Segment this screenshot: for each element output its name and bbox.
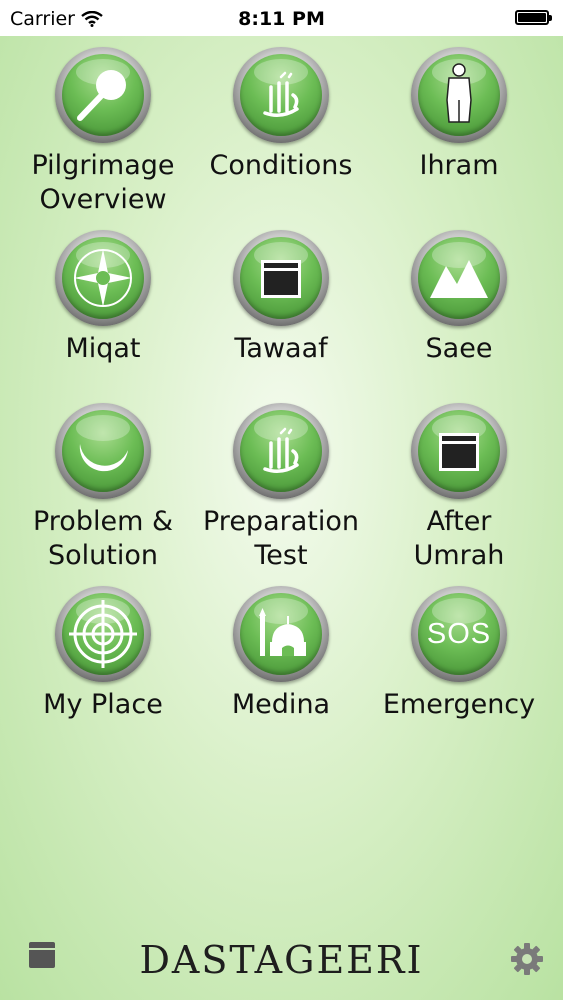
gear-icon[interactable] xyxy=(509,941,545,977)
mountains-icon xyxy=(430,260,488,298)
tile-label: Tawaaf xyxy=(234,333,328,364)
crescent-icon xyxy=(79,444,128,472)
calligraphy-icon xyxy=(263,427,299,473)
kaaba-icon xyxy=(439,433,479,471)
tile-label: Medina xyxy=(231,689,331,720)
tile-label: After Umrah xyxy=(413,506,505,571)
battery-icon xyxy=(515,10,552,25)
tile-problem-solution[interactable]: Problem & Solution xyxy=(10,403,196,573)
tile-label: Emergency xyxy=(382,689,536,720)
clock: 8:11 PM xyxy=(238,8,325,30)
tile-label: Conditions xyxy=(209,150,353,181)
tile-miqat[interactable]: Miqat xyxy=(10,230,196,366)
tile-label: Problem & Solution xyxy=(32,506,174,571)
tile-pilgrimage-overview[interactable]: Pilgrimage Overview xyxy=(10,47,196,217)
tile-label: Ihram xyxy=(419,150,499,181)
tile-after-umrah[interactable]: After Umrah xyxy=(366,403,552,573)
pilgrim-icon xyxy=(446,63,472,123)
mosque-icon xyxy=(259,608,306,656)
logo: DASTAGEERI xyxy=(139,938,424,982)
target-icon xyxy=(69,600,137,668)
tile-label: Pilgrimage Overview xyxy=(31,150,175,215)
tile-emergency[interactable]: SOS Emergency xyxy=(366,586,552,722)
tile-my-place[interactable]: My Place xyxy=(10,586,196,722)
tile-saee[interactable]: Saee xyxy=(366,230,552,366)
calligraphy-icon xyxy=(263,71,299,117)
tile-label: Saee xyxy=(425,333,493,364)
sos-icon: SOS xyxy=(426,617,492,650)
status-bar: Carrier 8:11 PM xyxy=(0,0,563,36)
tile-label: My Place xyxy=(43,689,163,720)
bottom-bar: DASTAGEERI xyxy=(0,930,563,1000)
tile-medina[interactable]: Medina xyxy=(188,586,374,722)
tile-label: Miqat xyxy=(65,333,141,364)
compass-icon xyxy=(74,249,132,307)
kaaba-icon xyxy=(261,260,301,298)
tile-ihram[interactable]: Ihram xyxy=(366,47,552,183)
tile-conditions[interactable]: Conditions xyxy=(188,47,374,183)
tile-tawaaf[interactable]: Tawaaf xyxy=(188,230,374,366)
tile-preparation-test[interactable]: Preparation Test xyxy=(188,403,374,573)
magnifier-icon xyxy=(77,70,126,121)
tile-label: Preparation Test xyxy=(203,506,359,571)
